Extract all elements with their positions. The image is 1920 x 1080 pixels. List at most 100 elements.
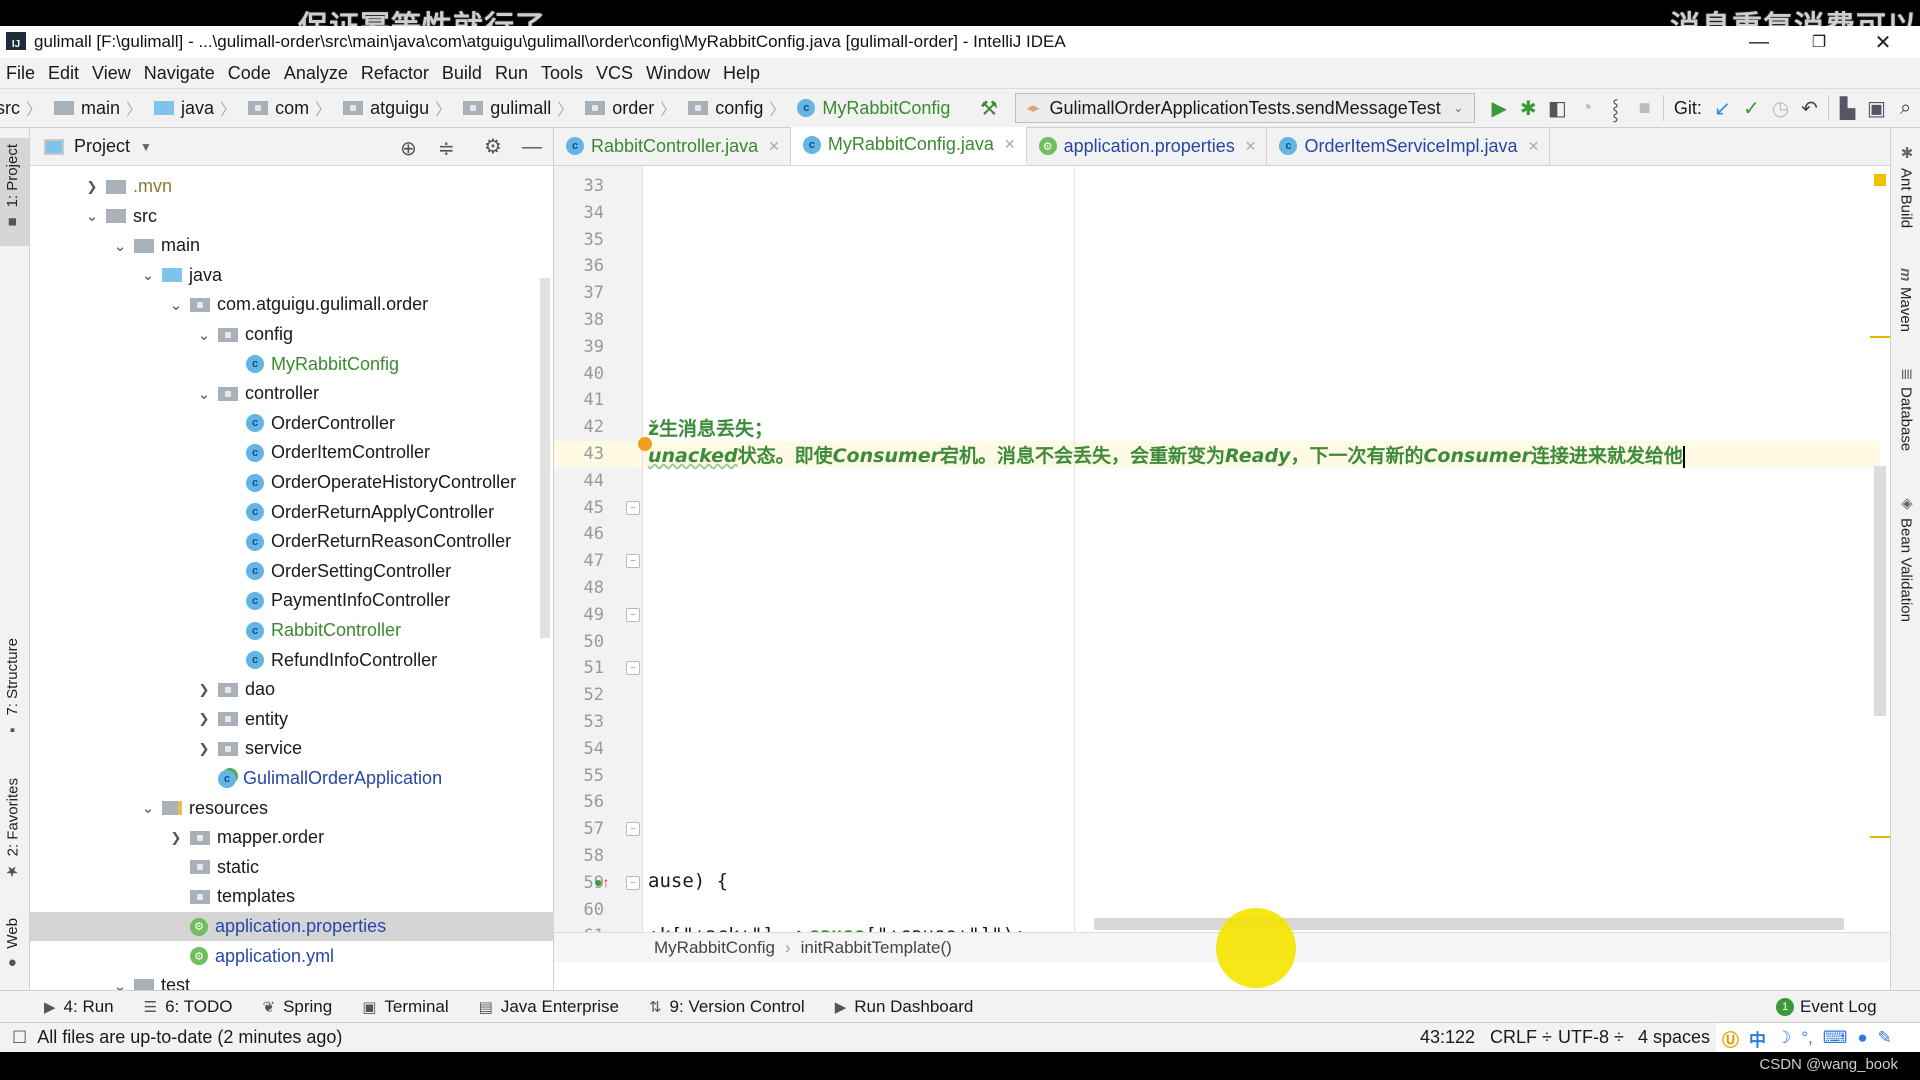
user-icon[interactable]: ● <box>1857 1028 1867 1048</box>
punctuation-icon[interactable]: °, <box>1801 1028 1813 1048</box>
menu-window[interactable]: Window <box>646 63 710 84</box>
tree-item[interactable]: c RabbitController <box>30 616 554 645</box>
implements-gutter-icon[interactable]: ●↑ <box>594 874 609 890</box>
menu-analyze[interactable]: Analyze <box>284 63 348 84</box>
event-log-button[interactable]: 1 Event Log <box>1776 997 1877 1017</box>
keyboard-icon[interactable]: ⌨ <box>1823 1028 1848 1048</box>
attach-debugger-icon[interactable]: ⸾ <box>1601 95 1630 122</box>
editor-tab[interactable]: c RabbitController.java ✕ <box>554 127 791 165</box>
breadcrumb-method[interactable]: initRabbitTemplate() <box>801 938 952 958</box>
warning-marker[interactable] <box>1874 174 1886 186</box>
status-toggle-icon[interactable]: ☐ <box>12 1028 27 1048</box>
expand-arrow-icon[interactable]: ❯ <box>162 830 190 846</box>
collapse-arrow-icon[interactable]: ⌄ <box>134 266 162 284</box>
crumb-myrabbitconfig[interactable]: c MyRabbitConfig <box>797 98 950 119</box>
fold-marker-icon[interactable]: − <box>626 554 640 568</box>
git-update-icon[interactable]: ↙ <box>1708 96 1737 121</box>
expand-arrow-icon[interactable]: ❯ <box>78 179 106 195</box>
crumb-atguigu[interactable]: atguigu 〉 <box>343 96 457 120</box>
collapse-arrow-icon[interactable]: ⌄ <box>106 237 134 255</box>
menu-file[interactable]: File <box>6 63 35 84</box>
presentation-icon[interactable]: ▣ <box>1862 96 1891 121</box>
line-separator-select[interactable]: CRLF ÷ <box>1490 1027 1552 1048</box>
tool-tab-favorites[interactable]: ★ 2: Favorites <box>4 778 22 880</box>
collapse-arrow-icon[interactable]: ⌄ <box>190 385 218 403</box>
tree-item[interactable]: c OrderController <box>30 409 554 438</box>
tree-item[interactable]: ⌄ java <box>30 261 554 290</box>
close-tab-icon[interactable]: ✕ <box>1528 138 1540 155</box>
menu-tools[interactable]: Tools <box>541 63 583 84</box>
tree-item[interactable]: ❯ service <box>30 734 554 763</box>
expand-arrow-icon[interactable]: ❯ <box>190 711 218 727</box>
tree-item[interactable]: ⌄ main <box>30 231 554 260</box>
restore-button[interactable]: ❐ <box>1796 26 1842 58</box>
run-with-coverage-icon[interactable]: ◧ <box>1543 96 1572 121</box>
caret-position[interactable]: 43:122 <box>1420 1027 1475 1048</box>
menu-help[interactable]: Help <box>723 63 760 84</box>
wrench-icon[interactable]: ✎ <box>1878 1028 1892 1048</box>
crumb-src[interactable]: src 〉 <box>0 96 48 120</box>
tree-item[interactable]: ⌄ src <box>30 202 554 231</box>
crumb-main[interactable]: main 〉 <box>54 96 148 120</box>
tree-item[interactable]: ⌄ resources <box>30 794 554 823</box>
tree-scrollbar[interactable] <box>540 278 550 638</box>
expand-arrow-icon[interactable]: ❯ <box>190 741 218 757</box>
expand-arrow-icon[interactable]: ❯ <box>190 682 218 698</box>
fold-marker-icon[interactable]: − <box>626 501 640 515</box>
tool-window-java-enterprise[interactable]: ▤ Java Enterprise <box>479 997 619 1017</box>
menu-build[interactable]: Build <box>442 63 482 84</box>
crumb-gulimall[interactable]: gulimall 〉 <box>463 96 579 120</box>
ime-mode[interactable]: 中 <box>1749 1026 1766 1051</box>
tool-tab-project[interactable]: ■ 1: Project <box>4 144 21 230</box>
collapse-all-icon[interactable]: ≑ <box>438 136 455 161</box>
menu-code[interactable]: Code <box>228 63 271 84</box>
tree-item[interactable]: c OrderItemController <box>30 438 554 467</box>
hide-panel-icon[interactable]: — <box>522 136 542 159</box>
indent-setting[interactable]: 4 spaces <box>1638 1027 1710 1048</box>
menu-run[interactable]: Run <box>495 63 528 84</box>
tool-window-6-todo[interactable]: ☰ 6: TODO <box>144 997 233 1017</box>
project-structure-icon[interactable]: ▙ <box>1833 96 1862 121</box>
fold-marker-icon[interactable]: − <box>626 822 640 836</box>
minimize-button[interactable]: — <box>1736 26 1782 58</box>
encoding-select[interactable]: UTF-8 ÷ <box>1558 1027 1624 1048</box>
collapse-arrow-icon[interactable]: ⌄ <box>162 296 190 314</box>
tool-tab-web[interactable]: ● Web <box>4 918 21 972</box>
editor-tab[interactable]: c OrderItemServiceImpl.java ✕ <box>1267 127 1551 165</box>
build-hammer-icon[interactable]: ⚒ <box>974 96 1003 121</box>
code-line-59[interactable]: ause) { <box>648 870 728 892</box>
menu-vcs[interactable]: VCS <box>596 63 633 84</box>
fold-marker-icon[interactable]: − <box>626 608 640 622</box>
tree-item[interactable]: ⚙ application.yml <box>30 942 554 971</box>
menu-edit[interactable]: Edit <box>48 63 79 84</box>
tree-item[interactable]: c OrderReturnApplyController <box>30 498 554 527</box>
breadcrumb-class[interactable]: MyRabbitConfig <box>654 938 775 958</box>
close-tab-icon[interactable]: ✕ <box>1004 136 1016 153</box>
tree-item[interactable]: ⌄ com.atguigu.gulimall.order <box>30 290 554 319</box>
tree-item[interactable]: ❯ dao <box>30 675 554 704</box>
tree-item[interactable]: ❯ .mvn <box>30 172 554 201</box>
git-rollback-icon[interactable]: ↶ <box>1795 96 1824 121</box>
locate-target-icon[interactable]: ⊕ <box>400 136 417 161</box>
code-line-43[interactable]: unacked状态。即使Consumer宕机。消息不会丢失，会重新变为Ready… <box>638 437 1685 468</box>
debug-bug-icon[interactable]: ✱ <box>1514 96 1543 121</box>
tool-window-run-dashboard[interactable]: ▶ Run Dashboard <box>835 997 974 1017</box>
project-view-select[interactable]: Project <box>74 136 130 157</box>
stop-icon[interactable]: ■ <box>1630 97 1659 120</box>
fold-marker-icon[interactable]: − <box>626 661 640 675</box>
close-tab-icon[interactable]: ✕ <box>768 138 780 155</box>
tool-tab-structure[interactable]: ▪ 7: Structure <box>4 638 21 739</box>
tree-item[interactable]: ❯ mapper.order <box>30 823 554 852</box>
menu-navigate[interactable]: Navigate <box>144 63 215 84</box>
collapse-arrow-icon[interactable]: ⌄ <box>134 799 162 817</box>
tree-item[interactable]: ⌄ config <box>30 320 554 349</box>
tool-tab-bean-validation[interactable]: ◈ Bean Validation <box>1897 494 1916 622</box>
intention-bulb-icon[interactable] <box>638 437 652 451</box>
tree-item[interactable]: c MyRabbitConfig <box>30 350 554 379</box>
tree-item[interactable]: c OrderOperateHistoryController <box>30 468 554 497</box>
tool-tab-database[interactable]: ≣ Database <box>1897 368 1916 451</box>
tree-item[interactable]: ⚙ application.properties <box>30 912 554 941</box>
menu-view[interactable]: View <box>92 63 131 84</box>
tool-window-9-version-control[interactable]: ⇅ 9: Version Control <box>649 997 805 1017</box>
menu-refactor[interactable]: Refactor <box>361 63 429 84</box>
